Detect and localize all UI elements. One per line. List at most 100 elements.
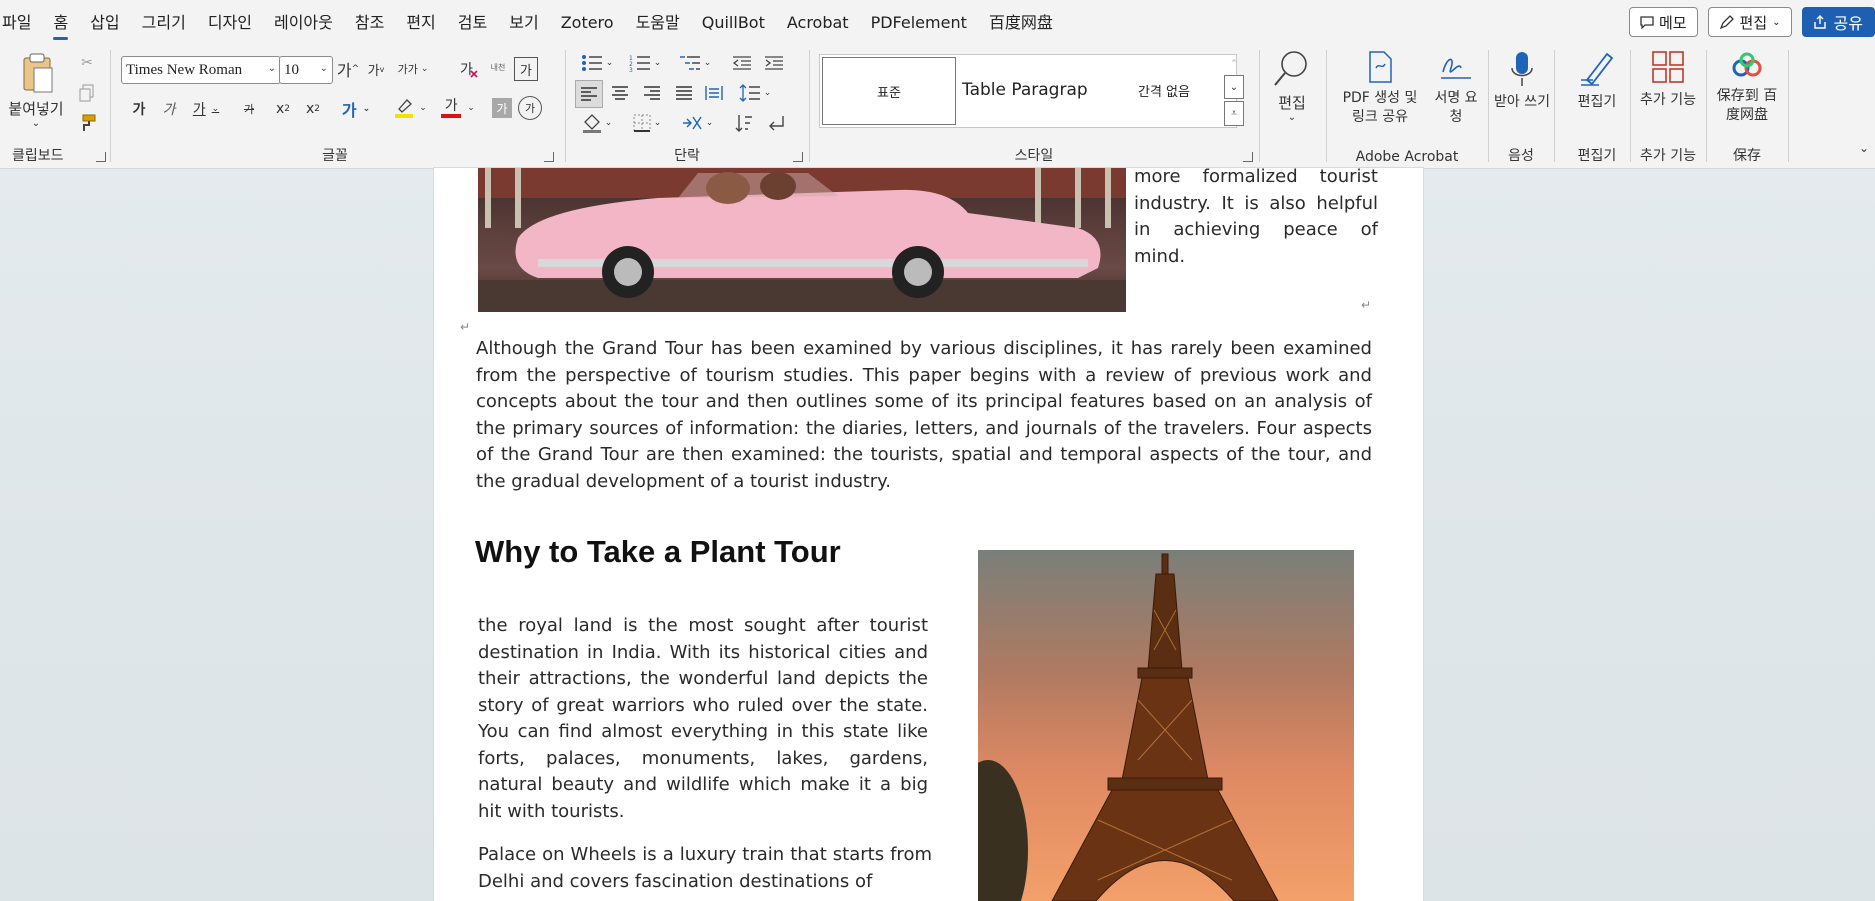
- clipboard-group: 붙여넣기 ⌄ ✂ 클립보드: [0, 44, 110, 168]
- style-no-spacing[interactable]: 간격 없음: [1104, 55, 1224, 125]
- editing-label: 편집: [1278, 94, 1306, 112]
- paste-button[interactable]: 붙여넣기 ⌄: [4, 50, 68, 129]
- collapse-ribbon-icon[interactable]: ⌄: [1856, 140, 1872, 156]
- save-to-baidu-label: 保存到 百度网盘: [1716, 88, 1778, 123]
- clipboard-launcher-icon[interactable]: [96, 152, 106, 162]
- show-marks-icon[interactable]: [763, 110, 789, 136]
- format-painter-icon[interactable]: [76, 112, 98, 134]
- underline-label: 가: [192, 102, 206, 118]
- text-effects-button[interactable]: 가 ⌄: [338, 96, 374, 122]
- create-pdf-button[interactable]: PDF 생성 및 링크 공유: [1334, 50, 1426, 127]
- editor-button[interactable]: 편집기: [1564, 50, 1630, 112]
- tab-3[interactable]: 그리기: [142, 0, 198, 44]
- gallery-expand-icon[interactable]: ⩡: [1224, 101, 1244, 126]
- vintage-car-image: [478, 168, 1126, 312]
- pdf-link-icon: [1369, 51, 1392, 83]
- strikethrough-button[interactable]: 가: [236, 96, 262, 122]
- tab-10[interactable]: Zotero: [561, 0, 626, 44]
- request-signature-button[interactable]: 서명 요청: [1432, 50, 1480, 127]
- underline-button[interactable]: 가 ⌄: [188, 96, 224, 122]
- edit-mode-button[interactable]: 편집 ⌄: [1707, 7, 1792, 37]
- align-left-icon[interactable]: [575, 80, 603, 108]
- shading-button[interactable]: ⌄: [575, 110, 619, 136]
- line-spacing-button[interactable]: ⌄: [733, 80, 777, 106]
- microphone-icon: [1511, 52, 1533, 86]
- style-normal[interactable]: 표준: [822, 57, 956, 125]
- font-color-swatch: [441, 113, 462, 118]
- italic-button[interactable]: 가: [158, 96, 180, 122]
- line-spacing-icon: [739, 84, 760, 102]
- change-case-button[interactable]: 가가 ⌄: [394, 56, 432, 82]
- addins-button[interactable]: 추가 기능: [1638, 50, 1698, 110]
- bold-label: 가: [132, 102, 146, 118]
- dictate-button[interactable]: 받아 쓰기: [1494, 50, 1550, 112]
- font-name-box[interactable]: Times New Roman ⌄: [121, 56, 281, 84]
- styles-launcher-icon[interactable]: [1243, 152, 1253, 162]
- share-button[interactable]: 공유: [1801, 7, 1875, 37]
- multilevel-list-button[interactable]: ⌄: [671, 50, 719, 76]
- paste-label: 붙여넣기: [8, 100, 64, 118]
- addins-group: 추가 기능 추가 기능: [1632, 44, 1704, 168]
- share-label: 공유: [1833, 14, 1863, 33]
- tab-14[interactable]: PDFelement: [871, 0, 979, 44]
- svg-text:3: 3: [629, 67, 633, 72]
- borders-button[interactable]: ⌄: [625, 110, 669, 136]
- tab-2[interactable]: 삽입: [90, 0, 131, 44]
- tab-5[interactable]: 레이아웃: [274, 0, 345, 44]
- superscript-button[interactable]: x2: [302, 96, 324, 122]
- style-table-paragraph-label: Table Paragrap: [962, 80, 1088, 100]
- paragraph-launcher-icon[interactable]: [793, 152, 803, 162]
- editing-button[interactable]: 편집 ⌄: [1264, 48, 1320, 123]
- enclose-chars-button[interactable]: 가: [518, 96, 542, 120]
- char-shading-button[interactable]: 가: [492, 98, 512, 118]
- grow-font-button[interactable]: 가 ^: [336, 56, 360, 82]
- asian-layout-button[interactable]: ⌄: [675, 110, 719, 136]
- addins-group-label: 추가 기능: [1640, 148, 1696, 164]
- tab-1[interactable]: 홈: [53, 0, 80, 44]
- style-table-paragraph[interactable]: Table Paragrap: [958, 55, 1102, 125]
- font-color-button[interactable]: 가 ⌄: [438, 94, 478, 122]
- sort-icon[interactable]: [731, 110, 757, 136]
- align-center-icon[interactable]: [607, 80, 633, 106]
- decrease-indent-icon[interactable]: [729, 50, 755, 76]
- edit-mode-label: 편집: [1739, 13, 1768, 32]
- align-right-icon[interactable]: [639, 80, 665, 106]
- pencil-icon: [1719, 15, 1734, 30]
- editor-label: 편집기: [1577, 94, 1617, 110]
- font-launcher-icon[interactable]: [544, 152, 554, 162]
- numbering-button[interactable]: 1 2 3 ⌄: [623, 50, 667, 76]
- tab-13[interactable]: Acrobat: [787, 0, 861, 44]
- font-size-box[interactable]: 10 ⌄: [279, 56, 333, 84]
- tab-6[interactable]: 참조: [355, 0, 396, 44]
- eiffel-tower-image: [978, 550, 1354, 901]
- menu-bar: 파일 홈 삽입 그리기 디자인 레이아웃 참조 편지 검토 보기 Zotero 도움말 QuillBot…: [0, 0, 1875, 44]
- copy-icon[interactable]: [76, 82, 98, 104]
- tab-9[interactable]: 보기: [509, 0, 550, 44]
- increase-indent-icon[interactable]: [761, 50, 787, 76]
- phonetic-guide-button[interactable]: 내천: [486, 54, 510, 82]
- tab-11[interactable]: 도움말: [636, 0, 692, 44]
- tab-0[interactable]: 파일: [2, 0, 43, 44]
- save-to-baidu-button[interactable]: 保存到 百度网盘: [1712, 52, 1782, 125]
- shrink-font-button[interactable]: 가v: [364, 56, 388, 82]
- subscript-button[interactable]: x2: [272, 96, 294, 122]
- cut-icon[interactable]: ✂: [76, 52, 98, 74]
- scroll-down-icon[interactable]: ⌄: [1224, 74, 1244, 100]
- highlight-button[interactable]: ⌄: [390, 94, 430, 122]
- subscript-label: x: [275, 101, 285, 117]
- tab-7[interactable]: 편지: [406, 0, 447, 44]
- tab-12[interactable]: QuillBot: [702, 0, 777, 44]
- bullets-button[interactable]: ⌄: [575, 50, 619, 76]
- char-border-button[interactable]: 가: [514, 57, 538, 81]
- scroll-up-icon[interactable]: ⌃: [1224, 54, 1244, 75]
- tab-8[interactable]: 검토: [458, 0, 499, 44]
- distributed-icon[interactable]: [701, 80, 727, 106]
- tab-15[interactable]: 百度网盘: [989, 0, 1065, 44]
- tab-4[interactable]: 디자인: [208, 0, 264, 44]
- clear-format-icon[interactable]: 가: [458, 56, 480, 82]
- asian-layout-icon: [682, 116, 702, 130]
- bold-button[interactable]: 가: [128, 96, 150, 122]
- justify-icon[interactable]: [671, 80, 697, 106]
- chevron-down-icon: ⌄: [1772, 16, 1781, 28]
- memo-button[interactable]: 메모: [1628, 7, 1698, 37]
